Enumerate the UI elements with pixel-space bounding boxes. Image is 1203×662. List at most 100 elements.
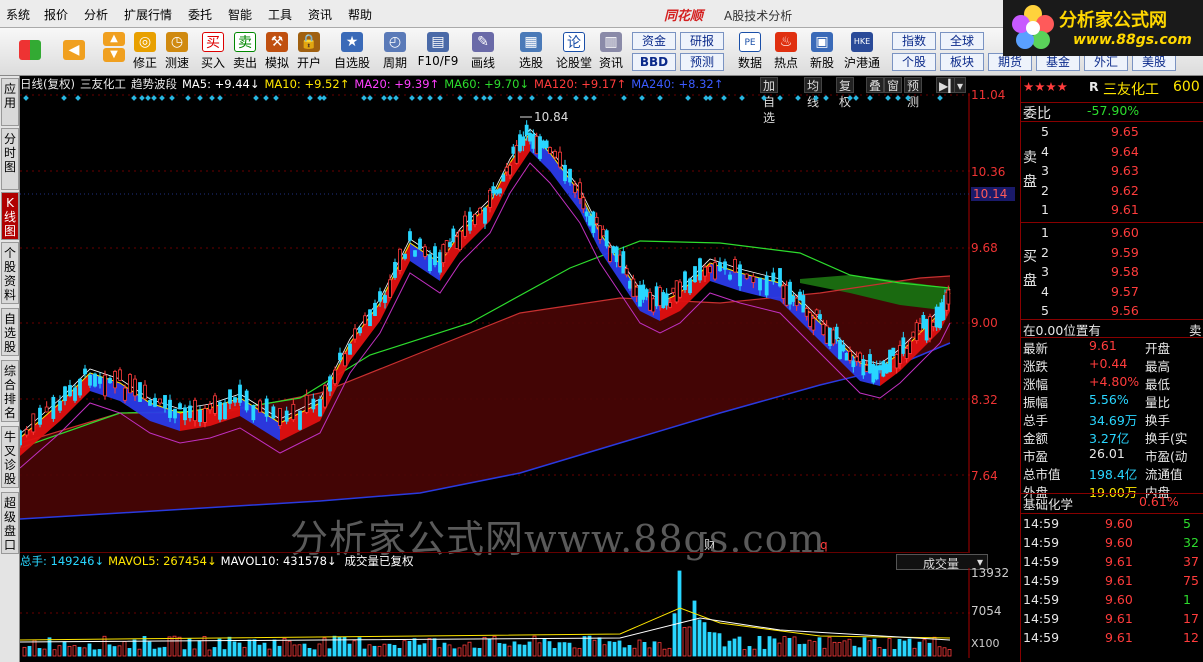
candle-body bbox=[504, 166, 509, 173]
speed-test-button[interactable]: ◷ 测速 bbox=[162, 30, 192, 74]
layout-icon[interactable] bbox=[14, 30, 46, 74]
open-account-button[interactable]: 🔒 开户 bbox=[294, 30, 324, 74]
ask-price: 9.62 bbox=[1111, 182, 1139, 198]
window-button[interactable]: 窗 bbox=[884, 77, 903, 93]
forecast-button[interactable]: 预测 bbox=[680, 53, 724, 71]
global-button[interactable]: 全球 bbox=[940, 32, 984, 50]
volume-bar bbox=[707, 631, 712, 657]
info-button[interactable]: ▥ 资讯 bbox=[596, 30, 626, 74]
nav-tab-diagnose[interactable]: 牛叉诊股 bbox=[1, 426, 19, 488]
up-down-icon[interactable]: ▲ ▼ bbox=[100, 30, 128, 74]
candle-body bbox=[373, 302, 377, 316]
event-marker bbox=[253, 95, 259, 101]
candle-body bbox=[628, 280, 632, 289]
menu-smart[interactable]: 智能 bbox=[228, 6, 252, 23]
stock-name: 三友化工 bbox=[1103, 82, 1159, 98]
menu-analysis[interactable]: 分析 bbox=[84, 6, 108, 23]
stat-label-right: 换手(实 bbox=[1145, 431, 1188, 446]
event-marker bbox=[529, 95, 535, 101]
nav-tab-watchlist[interactable]: 自选股 bbox=[1, 308, 19, 356]
f10-button[interactable]: ▤ F10/F9 bbox=[416, 30, 460, 74]
event-marker bbox=[583, 95, 589, 101]
event-marker bbox=[547, 95, 553, 101]
hk-connect-button[interactable]: HKE 沪港通 bbox=[840, 30, 884, 74]
menu-trade[interactable]: 委托 bbox=[188, 6, 212, 23]
current-price-tag: 10.14 bbox=[971, 187, 1016, 201]
buy-button[interactable]: 买买入 bbox=[198, 30, 228, 74]
volume-bar bbox=[177, 636, 182, 657]
candle-body bbox=[841, 344, 846, 352]
sector-name[interactable]: 基础化学 bbox=[1023, 494, 1073, 513]
stock-button[interactable]: 个股 bbox=[892, 53, 936, 71]
back-button[interactable]: ◀ bbox=[58, 30, 90, 74]
overlay-button[interactable]: 叠 bbox=[866, 77, 885, 93]
volume-bar bbox=[522, 644, 527, 657]
draw-line-button[interactable]: ✎ 画线 bbox=[464, 30, 502, 74]
total-volume-label: 总手: 149246↓ bbox=[20, 554, 105, 568]
volume-chart[interactable] bbox=[20, 568, 970, 658]
volume-bar bbox=[62, 641, 67, 657]
watchlist-button[interactable]: ★ 自选股 bbox=[332, 30, 372, 74]
research-button[interactable]: 研报 bbox=[680, 32, 724, 50]
tick-row: 14:59 9.61 12 bbox=[1021, 630, 1203, 648]
volume-bar bbox=[77, 646, 82, 657]
correct-button[interactable]: ◎ 修正 bbox=[130, 30, 160, 74]
nav-tab-super-board[interactable]: 超级盘口 bbox=[1, 492, 19, 554]
ma240-label: MA240: +8.32↑ bbox=[631, 77, 724, 91]
candle-body bbox=[631, 278, 636, 298]
event-marker bbox=[457, 95, 463, 101]
candle-body bbox=[73, 387, 77, 401]
candle-body bbox=[794, 297, 799, 306]
candle-body bbox=[468, 211, 472, 231]
ipo-button[interactable]: ▣ 新股 bbox=[806, 30, 838, 74]
tick-price: 9.60 bbox=[1105, 516, 1133, 531]
menu-help[interactable]: 帮助 bbox=[348, 6, 372, 23]
volume-bar bbox=[767, 636, 772, 657]
sell-button[interactable]: 卖卖出 bbox=[230, 30, 260, 74]
nav-tab-ranking[interactable]: 综合排名 bbox=[1, 360, 19, 422]
ma-button[interactable]: 均线 bbox=[804, 77, 823, 109]
candle-body bbox=[764, 275, 769, 296]
menu-system[interactable]: 系统 bbox=[6, 6, 30, 23]
candle-body bbox=[751, 275, 756, 283]
forecast-chart-button[interactable]: 预测 bbox=[904, 77, 923, 109]
menu-quote[interactable]: 报价 bbox=[44, 6, 68, 23]
data-button[interactable]: PE 数据 bbox=[734, 30, 766, 74]
candle-body bbox=[278, 408, 282, 426]
candle-body bbox=[791, 295, 796, 302]
forum-button[interactable]: 论论股堂 bbox=[554, 30, 594, 74]
candle-body bbox=[683, 271, 687, 291]
add-watchlist-button[interactable]: 加自选 bbox=[760, 77, 779, 125]
chevron-down-icon[interactable]: ▾ bbox=[954, 77, 967, 93]
event-marker bbox=[707, 95, 713, 101]
menu-news[interactable]: 资讯 bbox=[308, 6, 332, 23]
simulate-button[interactable]: ⚒ 模拟 bbox=[262, 30, 292, 74]
volume-bar bbox=[847, 638, 852, 657]
volume-bar bbox=[327, 648, 332, 657]
volume-bar bbox=[947, 649, 952, 657]
event-marker bbox=[427, 95, 433, 101]
fund-button[interactable]: 资金 bbox=[632, 32, 676, 50]
hotspot-button[interactable]: ♨ 热点 bbox=[770, 30, 802, 74]
sector-button[interactable]: 板块 bbox=[940, 53, 984, 71]
ask-price: 9.64 bbox=[1111, 143, 1139, 159]
adjust-button[interactable]: 复权 bbox=[836, 77, 855, 109]
bbd-button[interactable]: BBD bbox=[632, 53, 676, 71]
nav-tab-profile[interactable]: 个股资料 bbox=[1, 242, 19, 304]
nav-tab-apps[interactable]: 应用 bbox=[1, 78, 19, 126]
nav-tab-intraday[interactable]: 分时图 bbox=[1, 128, 19, 190]
period-button[interactable]: ◴ 周期 bbox=[376, 30, 414, 74]
candle-body bbox=[541, 140, 546, 149]
period-label[interactable]: 日线(复权) bbox=[20, 77, 75, 91]
index-button[interactable]: 指数 bbox=[892, 32, 936, 50]
kline-chart[interactable]: 10.84财 q bbox=[20, 93, 970, 553]
stock-picker-button[interactable]: ▦ 选股 bbox=[512, 30, 550, 74]
event-marker bbox=[621, 95, 627, 101]
menu-ext-quote[interactable]: 扩展行情 bbox=[124, 6, 172, 23]
nav-tab-kline[interactable]: K线图 bbox=[1, 192, 19, 240]
indicator-label[interactable]: 趋势波段 bbox=[131, 77, 177, 91]
candle-body bbox=[213, 395, 217, 414]
stat-label-right: 量比 bbox=[1145, 395, 1171, 410]
menu-tools[interactable]: 工具 bbox=[268, 6, 292, 23]
candle-body bbox=[93, 373, 97, 387]
